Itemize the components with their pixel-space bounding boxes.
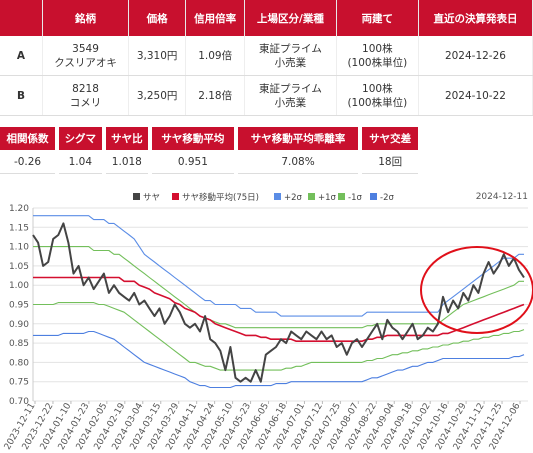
y-tick-label: 1.00 bbox=[9, 281, 29, 291]
spread-chart: サヤ サヤ移動平均(75日) +2σ +1σ -1σ -2σ 2024-12-11 1.2… bbox=[3, 192, 533, 452]
stock-market-cell: 東証プライム 小売業 bbox=[244, 75, 337, 116]
y-tick-label: 1.05 bbox=[9, 262, 29, 272]
stat-spread-ratio: 1.018 bbox=[103, 150, 153, 174]
stat-value-row: -0.26 1.04 1.018 0.951 7.08% 18回 bbox=[0, 150, 422, 174]
stat-header-correlation: 相関係数 bbox=[0, 127, 60, 150]
header-earnings-date: 直近の決算発表日 bbox=[418, 0, 533, 36]
stock-code: 3549 bbox=[72, 42, 99, 55]
chart-series bbox=[32, 215, 525, 389]
legend-swatch bbox=[308, 193, 315, 200]
legend-label: サヤ bbox=[143, 193, 160, 203]
stock-name: クスリアオキ bbox=[54, 56, 117, 69]
stock-market-cell: 東証プライム 小売業 bbox=[244, 36, 337, 76]
stock-market: 東証プライム bbox=[259, 42, 322, 55]
stock-row-a: A 3549 クスリアオキ 3,310円 1.09倍 東証プライム 小売業 100株… bbox=[0, 36, 533, 76]
stat-header-ma-deviation: サヤ移動平均乖離率 bbox=[235, 127, 363, 150]
header-market-sector: 上場区分/業種 bbox=[244, 0, 337, 36]
legend-swatch bbox=[172, 193, 179, 200]
stock-name-cell[interactable]: 8218 コメリ bbox=[42, 75, 130, 116]
statistics-table: 相関係数 シグマ サヤ比 サヤ移動平均 サヤ移動平均乖離率 サヤ交差 -0.26… bbox=[0, 127, 422, 174]
header-margin-ratio: 信用倍率 bbox=[185, 0, 246, 36]
legend-label: -2σ bbox=[380, 193, 394, 203]
stat-ma-deviation: 7.08% bbox=[235, 150, 363, 174]
chart-legend: サヤ サヤ移動平均(75日) +2σ +1σ -1σ -2σ bbox=[133, 192, 394, 203]
stock-comparison-table: 銘柄 価格 信用倍率 上場区分/業種 両建て 直近の決算発表日 A 3549 クス… bbox=[0, 0, 533, 116]
stock-table-header: 銘柄 価格 信用倍率 上場区分/業種 両建て 直近の決算発表日 bbox=[0, 0, 533, 36]
stock-name-cell[interactable]: 3549 クスリアオキ bbox=[42, 36, 130, 76]
stock-name: コメリ bbox=[69, 96, 102, 109]
stat-correlation: -0.26 bbox=[0, 150, 60, 174]
stock-unit-note: (100株単位) bbox=[347, 96, 408, 109]
stat-header-spread-ma: サヤ移動平均 bbox=[150, 127, 238, 150]
legend-swatch bbox=[274, 193, 281, 200]
stock-earnings-date: 2024-10-22 bbox=[418, 75, 533, 116]
stock-unit: 100株 bbox=[362, 42, 393, 55]
legend-label: +1σ bbox=[318, 193, 337, 203]
y-tick-label: 0.85 bbox=[9, 339, 29, 349]
stat-header-spread-ratio: サヤ比 bbox=[103, 127, 153, 150]
stock-unit-cell: 100株 (100株単位) bbox=[336, 75, 419, 116]
stock-unit-cell: 100株 (100株単位) bbox=[336, 36, 419, 76]
stat-header-row: 相関係数 シグマ サヤ比 サヤ移動平均 サヤ移動平均乖離率 サヤ交差 bbox=[0, 127, 422, 150]
y-tick-label: 1.15 bbox=[9, 223, 29, 233]
stock-sector: 小売業 bbox=[274, 56, 307, 69]
legend-label: +2σ bbox=[284, 193, 303, 203]
stat-spread-ma: 0.951 bbox=[150, 150, 238, 174]
stock-row-b: B 8218 コメリ 3,250円 2.18倍 東証プライム 小売業 100株 (10… bbox=[0, 75, 533, 116]
header-meigara: 銘柄 bbox=[42, 0, 130, 36]
stat-header-crossings: サヤ交差 bbox=[360, 127, 422, 150]
stock-earnings-date: 2024-12-26 bbox=[418, 36, 533, 76]
header-ryodate: 両建て bbox=[336, 0, 419, 36]
stock-code: 8218 bbox=[72, 82, 99, 95]
chart-date: 2024-12-11 bbox=[476, 192, 528, 202]
x-axis-ticks: 2023-12-112023-12-222024-01-102024-01-23… bbox=[3, 401, 523, 452]
stat-crossings: 18回 bbox=[360, 150, 422, 174]
stock-id: B bbox=[0, 75, 43, 116]
stock-margin-ratio: 1.09倍 bbox=[185, 36, 246, 76]
stat-header-sigma: シグマ bbox=[57, 127, 106, 150]
stock-market: 東証プライム bbox=[259, 82, 322, 95]
stock-unit: 100株 bbox=[362, 82, 393, 95]
y-tick-label: 0.90 bbox=[9, 320, 29, 330]
legend-swatch bbox=[338, 193, 345, 200]
stock-price: 3,250円 bbox=[128, 75, 187, 116]
y-tick-label: 1.10 bbox=[9, 243, 29, 253]
y-tick-label: 1.20 bbox=[9, 204, 29, 214]
stat-sigma: 1.04 bbox=[57, 150, 106, 174]
stock-id: A bbox=[0, 36, 43, 76]
header-blank bbox=[0, 0, 43, 36]
stock-margin-ratio: 2.18倍 bbox=[185, 75, 246, 116]
y-tick-label: 0.95 bbox=[9, 301, 29, 311]
header-price: 価格 bbox=[128, 0, 187, 36]
legend-swatch bbox=[370, 193, 377, 200]
stock-price: 3,310円 bbox=[128, 36, 187, 76]
stock-sector: 小売業 bbox=[274, 96, 307, 109]
y-axis-ticks: 1.20 1.15 1.10 1.05 1.00 0.95 0.90 0.85 0.80 0.75… bbox=[9, 204, 29, 407]
chart-grid bbox=[32, 207, 528, 402]
legend-label: -1σ bbox=[348, 193, 362, 203]
stock-unit-note: (100株単位) bbox=[347, 56, 408, 69]
y-tick-label: 0.75 bbox=[9, 378, 29, 388]
y-tick-label: 0.80 bbox=[9, 358, 29, 368]
legend-swatch bbox=[133, 193, 140, 200]
legend-label: サヤ移動平均(75日) bbox=[182, 192, 259, 203]
